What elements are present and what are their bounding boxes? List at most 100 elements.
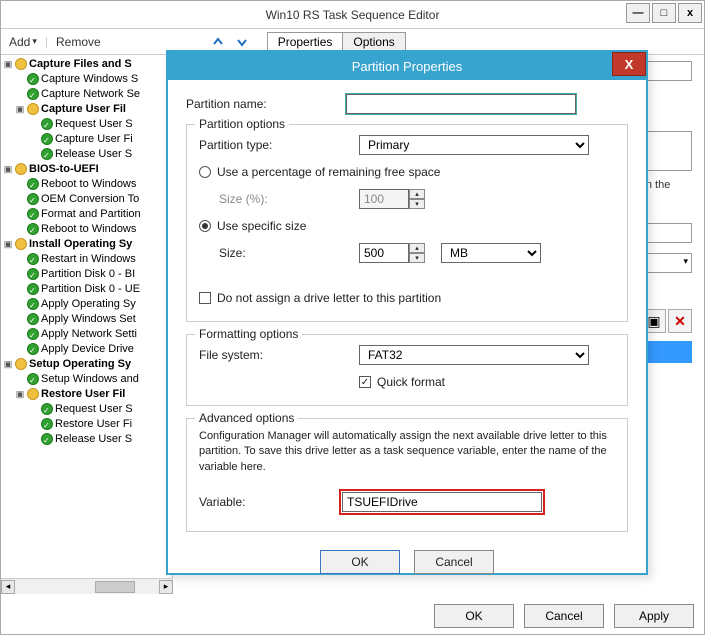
tree-item[interactable]: Restart in Windows	[1, 252, 172, 267]
tree-item[interactable]: Release User S	[1, 147, 172, 162]
partition-options-group: Partition options Partition type: Primar…	[186, 124, 628, 322]
dialog-cancel-button[interactable]: Cancel	[414, 550, 494, 574]
size-label: Size:	[219, 246, 359, 260]
minimize-button[interactable]: —	[626, 3, 650, 23]
check-icon	[41, 418, 53, 430]
tree-item-label: Capture User Fil	[41, 102, 126, 117]
use-percentage-radio[interactable]: Use a percentage of remaining free space	[199, 165, 440, 179]
no-drive-letter-label: Do not assign a drive letter to this par…	[217, 291, 441, 305]
scroll-left-arrow[interactable]: ◂	[1, 580, 15, 594]
check-icon	[27, 268, 39, 280]
use-specific-size-radio[interactable]: Use specific size	[199, 219, 306, 233]
check-icon	[27, 253, 39, 265]
tree-item[interactable]: Partition Disk 0 - UE	[1, 282, 172, 297]
window-titlebar: Win10 RS Task Sequence Editor — □ x	[1, 1, 704, 29]
expand-icon[interactable]: ▣	[3, 357, 13, 372]
tree-item[interactable]: Restore User Fi	[1, 417, 172, 432]
delete-icon[interactable]: ✕	[668, 309, 692, 333]
expand-icon[interactable]: ▣	[3, 162, 13, 177]
tree-item-label: Release User S	[55, 432, 132, 447]
check-icon	[27, 343, 39, 355]
check-icon	[27, 373, 39, 385]
tree-item-label: Restart in Windows	[41, 252, 136, 267]
tree-item[interactable]: Request User S	[1, 402, 172, 417]
tab-properties[interactable]: Properties	[267, 32, 344, 52]
variable-label: Variable:	[199, 495, 339, 509]
window-close-button[interactable]: x	[678, 3, 702, 23]
tree-item[interactable]: ▣ Capture User Fil	[1, 102, 172, 117]
use-specific-size-label: Use specific size	[217, 219, 306, 233]
tree-item[interactable]: ▣Install Operating Sy	[1, 237, 172, 252]
size-percent-spinner: ▴▾	[409, 189, 425, 209]
tree-item[interactable]: ▣Capture Files and S	[1, 57, 172, 72]
size-percent-input	[359, 189, 409, 209]
dialog-close-button[interactable]: X	[612, 52, 646, 76]
main-apply-button[interactable]: Apply	[614, 604, 694, 628]
folder-icon	[27, 103, 39, 115]
formatting-options-legend: Formatting options	[195, 327, 302, 341]
tree-item[interactable]: Reboot to Windows	[1, 177, 172, 192]
check-icon	[27, 223, 39, 235]
size-spinner[interactable]: ▴▾	[409, 243, 425, 263]
file-system-select[interactable]: FAT32	[359, 345, 589, 365]
tree-item[interactable]: Apply Network Setti	[1, 327, 172, 342]
remove-button[interactable]: Remove	[56, 35, 101, 49]
expand-icon[interactable]: ▣	[3, 237, 13, 252]
check-icon	[27, 193, 39, 205]
check-icon	[41, 133, 53, 145]
tree-item[interactable]: Release User S	[1, 432, 172, 447]
tree-item[interactable]: Apply Windows Set	[1, 312, 172, 327]
scroll-thumb[interactable]	[95, 581, 135, 593]
main-cancel-button[interactable]: Cancel	[524, 604, 604, 628]
tree-item-label: Reboot to Windows	[41, 177, 136, 192]
dialog-titlebar: Partition Properties X	[168, 52, 646, 80]
tree-item[interactable]: Setup Windows and	[1, 372, 172, 387]
tree-item[interactable]: Partition Disk 0 - BI	[1, 267, 172, 282]
size-unit-select[interactable]: MB	[441, 243, 541, 263]
tree-item-label: Setup Windows and	[41, 372, 139, 387]
tree-item[interactable]: ▣Restore User Fil	[1, 387, 172, 402]
dialog-ok-button[interactable]: OK	[320, 550, 400, 574]
folder-icon	[15, 163, 27, 175]
tree-item-label: Apply Network Setti	[41, 327, 137, 342]
tree-item[interactable]: ▣BIOS-to-UEFI	[1, 162, 172, 177]
partition-name-label: Partition name:	[186, 97, 346, 111]
tree-item[interactable]: Capture User Fi	[1, 132, 172, 147]
tree-horizontal-scrollbar[interactable]: ◂ ▸	[1, 578, 173, 594]
maximize-button[interactable]: □	[652, 3, 676, 23]
folder-icon	[15, 58, 27, 70]
variable-highlight	[339, 489, 545, 515]
use-percentage-label: Use a percentage of remaining free space	[217, 165, 440, 179]
tree-item[interactable]: Capture Network Se	[1, 87, 172, 102]
tree-item[interactable]: Capture Windows S	[1, 72, 172, 87]
tree-item[interactable]: Apply Operating Sy	[1, 297, 172, 312]
check-icon	[27, 328, 39, 340]
check-icon	[27, 283, 39, 295]
expand-icon[interactable]: ▣	[15, 387, 25, 402]
tree-item[interactable]: Request User S	[1, 117, 172, 132]
move-up-icon[interactable]	[209, 33, 227, 51]
folder-icon	[27, 388, 39, 400]
size-input[interactable]	[359, 243, 409, 263]
no-drive-letter-checkbox[interactable]: Do not assign a drive letter to this par…	[199, 291, 441, 305]
move-down-icon[interactable]	[233, 33, 251, 51]
tree-item[interactable]: ▣ Setup Operating Sy	[1, 357, 172, 372]
task-tree[interactable]: ▣Capture Files and SCapture Windows SCap…	[1, 55, 173, 594]
check-icon	[41, 148, 53, 160]
expand-icon[interactable]: ▣	[15, 102, 25, 117]
main-ok-button[interactable]: OK	[434, 604, 514, 628]
tree-item-label: Setup Operating Sy	[29, 357, 131, 372]
quick-format-checkbox[interactable]: Quick format	[359, 375, 445, 389]
tree-item-label: Request User S	[55, 402, 133, 417]
add-button[interactable]: Add	[9, 35, 37, 49]
variable-input[interactable]	[342, 492, 542, 512]
tab-options[interactable]: Options	[342, 32, 405, 52]
tree-item[interactable]: Format and Partition	[1, 207, 172, 222]
tree-item-label: Capture Windows S	[41, 72, 138, 87]
tree-item[interactable]: Apply Device Drive	[1, 342, 172, 357]
expand-icon[interactable]: ▣	[3, 57, 13, 72]
partition-name-input[interactable]	[346, 94, 576, 114]
tree-item[interactable]: Reboot to Windows	[1, 222, 172, 237]
tree-item[interactable]: OEM Conversion To	[1, 192, 172, 207]
partition-type-select[interactable]: Primary	[359, 135, 589, 155]
